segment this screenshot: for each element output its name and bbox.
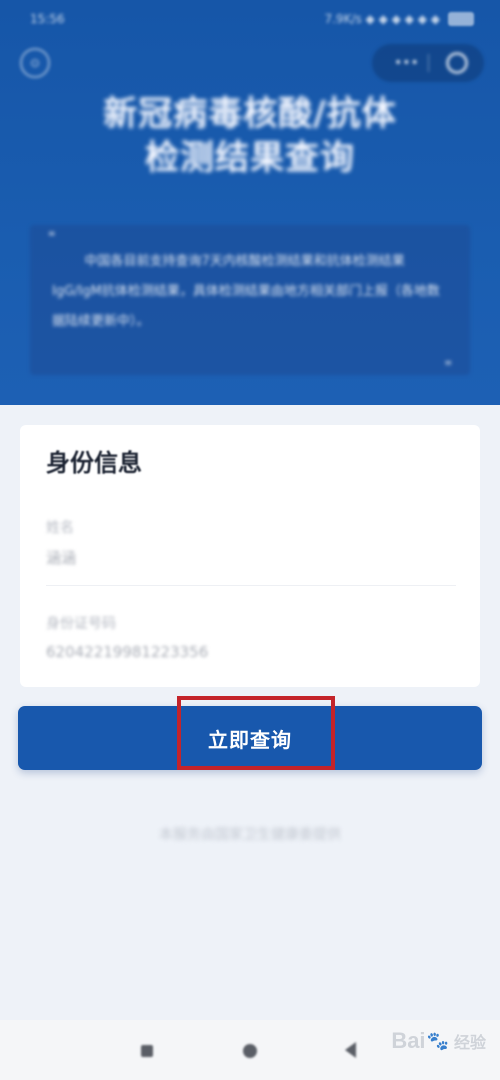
paw-icon: 🐾 — [426, 1030, 449, 1051]
status-time: 15:56 — [30, 12, 65, 26]
status-bar: 15:56 7.9K/s ◆ ◆ ◆ ◆ ◆ ◆ — [0, 0, 500, 38]
footer-note: 本服务由国家卫生健康委提供 — [159, 827, 341, 843]
page-title-line1: 新冠病毒核酸/抗体 — [103, 94, 397, 134]
identity-card-title: 身份信息 — [46, 449, 142, 477]
recent-apps-icon[interactable] — [141, 1045, 153, 1057]
watermark-text-right: 经验 — [453, 1035, 486, 1052]
page-title: 新冠病毒核酸/抗体 检测结果查询 — [0, 92, 500, 180]
baidu-jingyan-watermark: Bai 🐾 经验 — [391, 1028, 486, 1054]
more-icon[interactable]: ••• — [394, 55, 419, 71]
quote-close-icon: ❞ — [444, 359, 452, 375]
identity-card: 身份信息 姓名 涵涵 身份证号码 62042219981223356 — [20, 425, 480, 687]
name-label: 姓名 — [46, 520, 74, 536]
quote-open-icon: ❝ — [48, 229, 56, 245]
battery-icon — [448, 12, 474, 26]
back-triangle-icon[interactable] — [345, 1042, 356, 1058]
notice-text: 中国各目前支持查询7天内核酸检测结果和抗体检测结果IgG/IgM抗体检测结果，具… — [52, 254, 440, 329]
watermark-text-left: Bai — [391, 1028, 426, 1053]
capsule-divider — [428, 54, 429, 72]
back-icon-glyph: ⊙ — [29, 56, 41, 70]
home-icon[interactable] — [243, 1044, 257, 1058]
mini-program-capsule[interactable]: ••• — [372, 44, 484, 82]
notice-box: ❝ 中国各目前支持查询7天内核酸检测结果和抗体检测结果IgG/IgM抗体检测结果… — [30, 225, 470, 375]
id-number-field[interactable]: 62042219981223356 — [46, 643, 208, 661]
status-icons: 7.9K/s ◆ ◆ ◆ ◆ ◆ ◆ — [324, 12, 440, 26]
field-divider — [46, 585, 456, 586]
highlight-annotation-box — [177, 696, 335, 770]
id-number-label: 身份证号码 — [46, 616, 116, 632]
header-banner: 15:56 7.9K/s ◆ ◆ ◆ ◆ ◆ ◆ ⊙ ••• 新冠病毒核酸/抗体… — [0, 0, 500, 405]
close-target-icon[interactable] — [446, 52, 468, 74]
name-field[interactable]: 涵涵 — [46, 547, 76, 568]
page-title-line2: 检测结果查询 — [145, 138, 355, 178]
back-icon[interactable]: ⊙ — [20, 48, 50, 78]
